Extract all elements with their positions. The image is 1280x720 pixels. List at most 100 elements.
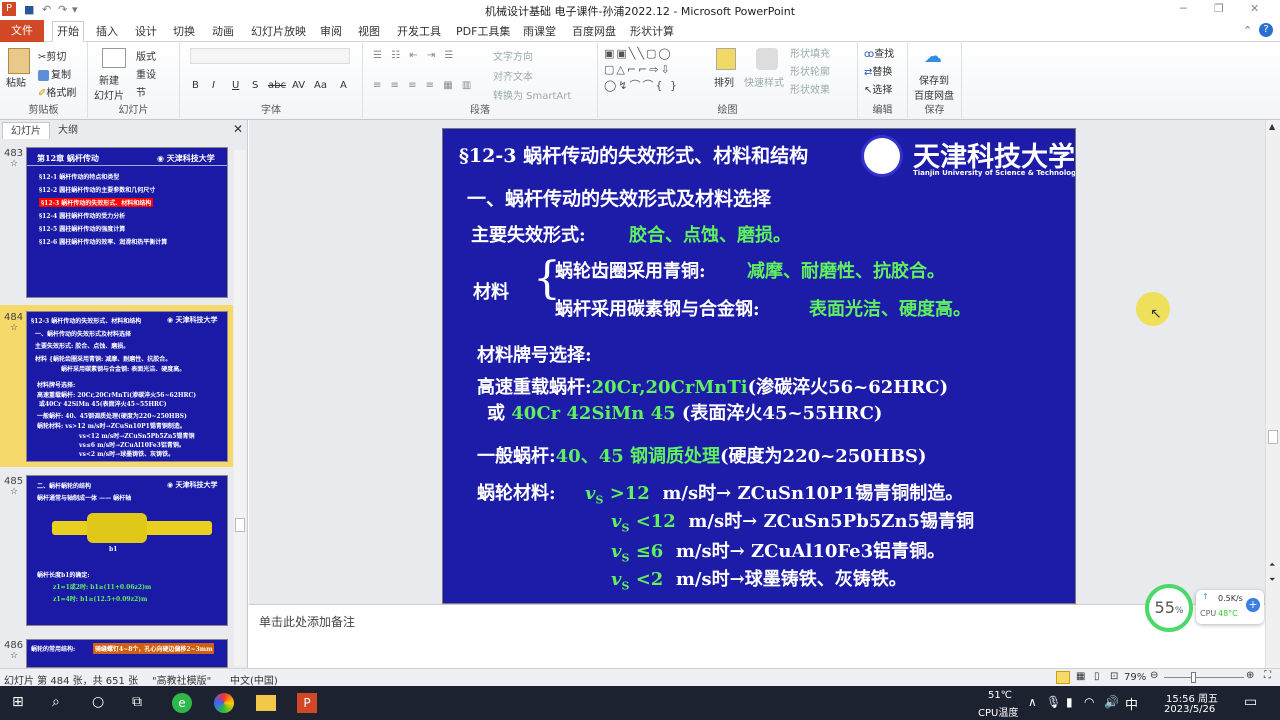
shadow-button[interactable]: S xyxy=(252,80,258,91)
cpu-load-gauge[interactable]: 55% xyxy=(1145,584,1193,632)
align-text-button[interactable]: 对齐文本 xyxy=(493,68,533,83)
cortana-icon[interactable]: ○ xyxy=(92,694,104,710)
minimize-button[interactable]: ─ xyxy=(1180,2,1187,15)
input-method[interactable]: 中 xyxy=(1125,694,1138,713)
underline-button[interactable]: U xyxy=(232,80,239,91)
show-hidden-icons[interactable]: ∧ xyxy=(1028,695,1037,709)
clock-time[interactable]: 15:56 周五 xyxy=(1166,690,1218,705)
notes-pane[interactable]: 单击此处添加备注 xyxy=(249,604,1265,668)
windows-start-icon[interactable]: ⊞ xyxy=(12,694,24,710)
section-button[interactable]: 节 xyxy=(136,84,146,99)
slideshow-button[interactable]: ⊡ xyxy=(1110,671,1118,682)
arrange-button[interactable]: 排列 xyxy=(714,74,734,89)
tab-slideshow[interactable]: 幻灯片放映 xyxy=(247,23,310,39)
tab-file[interactable]: 文件 xyxy=(0,20,44,42)
tab-developer[interactable]: 开发工具 xyxy=(393,23,445,39)
scroll-up-icon[interactable]: ▲ xyxy=(1269,122,1275,131)
list-buttons[interactable]: ☰ ☷ ⇤ ⇥ ☰ xyxy=(373,50,456,61)
notification-icon[interactable]: ▭ xyxy=(1244,694,1257,710)
zoom-in-button[interactable]: ⊕ xyxy=(1246,670,1254,681)
shape-outline-button[interactable]: 形状轮廓 xyxy=(790,63,830,78)
tab-slides[interactable]: 幻灯片 xyxy=(2,122,50,139)
wifi-icon[interactable]: ◠ xyxy=(1084,695,1094,709)
bold-button[interactable]: B xyxy=(192,80,199,91)
shape-effects-button[interactable]: 形状效果 xyxy=(790,81,830,96)
font-color-button[interactable]: A xyxy=(340,80,347,91)
clock-date[interactable]: 2023/5/26 xyxy=(1164,704,1215,715)
zoom-level[interactable]: 79% xyxy=(1124,672,1146,683)
font-name-select[interactable] xyxy=(190,48,350,64)
replace-button[interactable]: ⇄替换 xyxy=(864,63,892,78)
align-buttons[interactable]: ≡ ≡ ≡ ≡ ▦ ▥ xyxy=(373,80,474,91)
slide-thumbnail-486[interactable]: 蜗轮的常用结构: 骑缝螺钉4~8个，孔心向硬边偏移2~3mm xyxy=(26,639,228,668)
tab-pdf-tools[interactable]: PDF工具集 xyxy=(452,23,514,39)
quick-styles-button[interactable]: 快速样式 xyxy=(744,74,784,89)
shape-fill-button[interactable]: 形状填充 xyxy=(790,45,830,60)
task-view-icon[interactable]: ⧉ xyxy=(132,694,142,710)
save-to-baidu-button[interactable]: 保存到 百度网盘 xyxy=(914,72,954,102)
strikethrough-button[interactable]: abc xyxy=(268,80,286,91)
tab-review[interactable]: 审阅 xyxy=(316,23,346,39)
powerpoint-taskbar-icon[interactable]: P xyxy=(297,693,317,713)
tab-baidu-netdisk[interactable]: 百度网盘 xyxy=(568,23,620,39)
change-case-button[interactable]: Aa xyxy=(314,80,327,91)
restore-button[interactable]: ❐ xyxy=(1214,2,1224,15)
slide-thumbnail-485[interactable]: 二、蜗杆蜗轮的结构 ◉ 天津科技大学 蜗杆通常与轴制成一体 —— 蜗杆轴 b1 … xyxy=(26,475,228,626)
convert-smartart-button[interactable]: 转换为 SmartArt xyxy=(493,87,571,102)
reading-view-button[interactable]: ▯ xyxy=(1094,671,1100,682)
tab-shape-calc[interactable]: 形状计算 xyxy=(626,23,678,39)
layout-button[interactable]: 版式 xyxy=(136,48,156,63)
find-button[interactable]: ꝏ查找 xyxy=(864,45,894,60)
tab-transitions[interactable]: 切换 xyxy=(169,23,199,39)
paste-button[interactable]: 粘贴 xyxy=(6,74,26,89)
chrome-icon[interactable] xyxy=(214,693,234,713)
cut-button[interactable]: ✂剪切 xyxy=(38,48,66,63)
language[interactable]: 中文(中国) xyxy=(230,672,278,687)
tab-home[interactable]: 开始 xyxy=(52,21,84,42)
volume-icon[interactable]: 🔊 xyxy=(1104,695,1119,709)
notes-placeholder[interactable]: 单击此处添加备注 xyxy=(259,613,355,630)
help-icon[interactable]: ? xyxy=(1259,23,1273,37)
select-button[interactable]: ↖选择 xyxy=(864,81,892,96)
shapes-gallery[interactable]: ▣▣╲╲▢◯ ▢△⌐⌐⇨⇩ ◯↯⌒⌒{ } xyxy=(604,46,679,94)
previous-slide-icon[interactable]: ⏶ xyxy=(1269,560,1275,570)
copy-button[interactable]: 复制 xyxy=(38,66,71,81)
file-explorer-icon[interactable] xyxy=(256,695,276,711)
tab-outline[interactable]: 大纲 xyxy=(50,122,86,139)
tab-design[interactable]: 设计 xyxy=(131,23,161,39)
italic-button[interactable]: I xyxy=(212,80,215,91)
text-direction-button[interactable]: 文字方向 xyxy=(493,48,533,63)
close-panel-icon[interactable]: ✕ xyxy=(233,122,243,136)
theme-name[interactable]: "高教社模版" xyxy=(152,672,211,687)
search-icon[interactable]: ⌕ xyxy=(52,694,60,710)
collapse-ribbon-icon[interactable]: ⌃ xyxy=(1243,24,1252,37)
tab-view[interactable]: 视图 xyxy=(354,23,384,39)
tab-rain-classroom[interactable]: 雨课堂 xyxy=(519,23,560,39)
slide-thumbnail-483[interactable]: 第12章 蜗杆传动 ◉ 天津科技大学 §12-1 蜗杆传动的特点和类型 §12-… xyxy=(26,147,228,298)
tab-insert[interactable]: 插入 xyxy=(92,23,122,39)
panel-scroll-thumb[interactable] xyxy=(235,518,245,532)
slide-thumbnail-484[interactable]: §12-3 蜗杆传动的失效形式、材料和结构 ◉ 天津科技大学 一、蜗杆传动的失效… xyxy=(26,311,228,462)
fit-to-window-button[interactable]: ⛶ xyxy=(1264,670,1271,681)
normal-view-button[interactable] xyxy=(1056,671,1070,684)
close-button[interactable]: ✕ xyxy=(1250,2,1259,15)
plus-icon[interactable]: + xyxy=(1246,598,1260,612)
current-slide[interactable]: §12-3 蜗杆传动的失效形式、材料和结构 天津科技大学 Tianjin Uni… xyxy=(442,128,1076,604)
vertical-scrollbar[interactable]: ▲ ⏶ ⏷ xyxy=(1265,120,1280,668)
reset-button[interactable]: 重设 xyxy=(136,66,156,81)
battery-icon[interactable]: ▮ xyxy=(1066,695,1073,709)
tab-animations[interactable]: 动画 xyxy=(208,23,238,39)
zoom-slider-thumb[interactable] xyxy=(1191,672,1196,683)
slide-sorter-button[interactable]: ▦ xyxy=(1076,671,1085,682)
zoom-slider[interactable] xyxy=(1164,677,1244,678)
format-painter-button[interactable]: ✐格式刷 xyxy=(38,84,76,99)
next-slide-icon[interactable]: ⏷ xyxy=(1269,575,1275,585)
char-spacing-button[interactable]: AV xyxy=(292,80,305,91)
microphone-icon[interactable]: 🎙 xyxy=(1046,695,1061,709)
scroll-thumb[interactable] xyxy=(1268,430,1278,444)
system-monitor-widget[interactable]: ↑ 0.5K/s CPU 48°C + xyxy=(1196,590,1264,624)
panel-scrollbar[interactable] xyxy=(234,150,246,666)
new-slide-button[interactable]: 新建 幻灯片 xyxy=(94,72,124,102)
zoom-out-button[interactable]: ⊖ xyxy=(1150,670,1158,681)
browser-360-icon[interactable]: e xyxy=(172,693,192,713)
